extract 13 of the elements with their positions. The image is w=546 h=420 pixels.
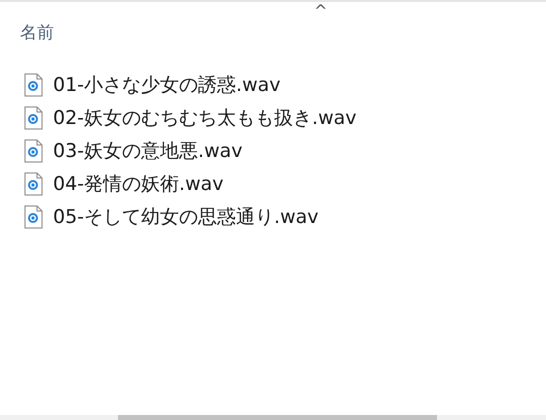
audio-file-icon (24, 204, 43, 228)
file-name[interactable]: 01-小さな少女の誘惑.wav (53, 72, 280, 96)
file-name[interactable]: 04-発情の妖術.wav (53, 172, 224, 196)
horizontal-scrollbar-thumb[interactable] (118, 415, 437, 420)
file-name[interactable]: 05-そして幼女の思惑通り.wav (53, 204, 318, 228)
file-name[interactable]: 03-妖女の意地悪.wav (53, 138, 242, 162)
audio-file-icon (24, 72, 43, 96)
file-name[interactable]: 02-妖女のむちむち太もも扱き.wav (53, 106, 356, 130)
audio-file-icon (24, 106, 43, 130)
sort-caret: ^ (314, 2, 328, 20)
audio-file-icon (24, 138, 43, 162)
name-column-header[interactable]: 名前 (20, 21, 54, 45)
audio-file-icon (24, 172, 43, 196)
